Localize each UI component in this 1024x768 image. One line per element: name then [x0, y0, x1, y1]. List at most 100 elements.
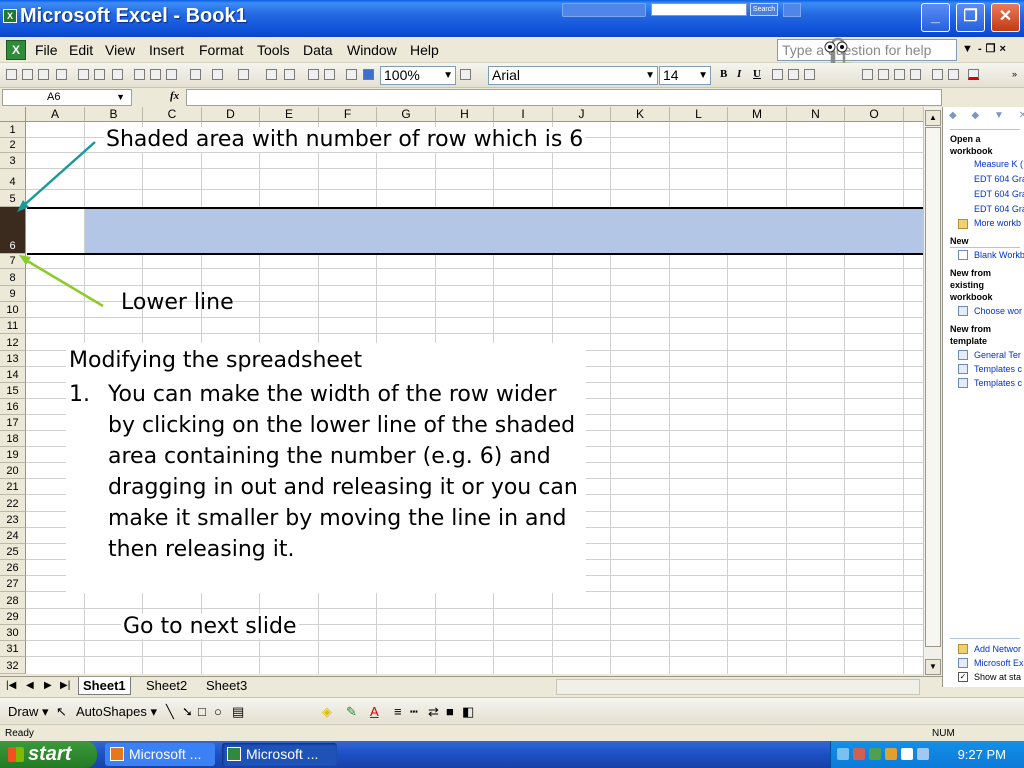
menu-file[interactable]: File	[35, 42, 58, 58]
line-color-icon[interactable]: ✎	[346, 704, 357, 720]
menu-window[interactable]: Window	[347, 42, 397, 58]
menu-data[interactable]: Data	[303, 42, 333, 58]
percent-icon[interactable]	[862, 69, 873, 80]
fill-color-icon[interactable]: ◈	[322, 704, 332, 720]
arrow-icon[interactable]: ➘	[182, 704, 193, 720]
draw-menu[interactable]: Draw ▾	[8, 704, 48, 720]
bold-button[interactable]: B	[720, 68, 727, 80]
start-button[interactable]: start	[0, 741, 97, 768]
scroll-down-button[interactable]: ▼	[925, 659, 941, 675]
autoshapes-menu[interactable]: AutoShapes ▾	[76, 704, 157, 720]
first-sheet-icon[interactable]: |◀	[6, 680, 16, 691]
save-icon[interactable]	[38, 69, 49, 80]
paste-icon[interactable]	[166, 69, 177, 80]
choose-workbook-link[interactable]: Choose wor	[974, 306, 1022, 316]
italic-button[interactable]: I	[737, 68, 741, 80]
align-center-icon[interactable]	[788, 69, 799, 80]
menu-format[interactable]: Format	[199, 42, 243, 58]
last-sheet-icon[interactable]: ▶|	[60, 680, 70, 691]
scroll-up-button[interactable]: ▲	[925, 110, 941, 126]
underline-button[interactable]: U	[753, 68, 761, 80]
formula-input[interactable]	[186, 89, 942, 106]
tab-sheet3[interactable]: Sheet3	[202, 677, 251, 695]
excel-help-link[interactable]: Microsoft Ex	[974, 658, 1024, 668]
font-size-select[interactable]: 14 ▼	[659, 66, 711, 85]
taskbar-powerpoint-button[interactable]: Microsoft ...	[105, 743, 215, 766]
titlebar-search-button[interactable]: Search	[750, 3, 778, 16]
font-color-icon[interactable]	[968, 69, 979, 80]
rectangle-icon[interactable]: □	[198, 704, 206, 719]
menu-help[interactable]: Help	[410, 42, 439, 58]
show-at-startup-checkbox[interactable]: ✓	[958, 672, 968, 682]
scroll-thumb[interactable]	[925, 127, 941, 647]
spelling-icon[interactable]	[112, 69, 123, 80]
line-style-icon[interactable]: ≡	[394, 704, 402, 719]
new-icon[interactable]	[6, 69, 17, 80]
line-icon[interactable]: ╲	[166, 704, 174, 720]
font-select[interactable]: Arial ▼	[488, 66, 658, 85]
3d-style-icon[interactable]: ◧	[462, 704, 474, 720]
tray-volume-icon[interactable]	[917, 748, 929, 760]
general-templates-link[interactable]: General Ter	[974, 350, 1021, 360]
print-icon[interactable]	[78, 69, 89, 80]
taskbar-excel-button[interactable]: Microsoft ...	[222, 743, 337, 766]
add-network-place-link[interactable]: Add Networ	[974, 644, 1021, 654]
draw-font-color-icon[interactable]: A	[370, 704, 379, 719]
chart-wizard-icon[interactable]	[346, 69, 357, 80]
minimize-button[interactable]: _	[921, 3, 950, 32]
workbook-icon[interactable]: X	[6, 40, 26, 60]
titlebar-search-input[interactable]	[651, 3, 747, 16]
shadow-style-icon[interactable]: ■	[446, 704, 454, 719]
tray-app-icon-2[interactable]	[869, 748, 881, 760]
decrease-decimal-icon[interactable]	[910, 69, 921, 80]
arrow-style-icon[interactable]: ⇄	[428, 704, 439, 720]
templates-on-web-link[interactable]: Templates c	[974, 364, 1022, 374]
select-objects-icon[interactable]: ↖	[56, 704, 67, 720]
oval-icon[interactable]: ○	[214, 704, 222, 719]
document-window-controls[interactable]: -❐×	[978, 42, 1010, 55]
tray-network-icon[interactable]	[901, 748, 913, 760]
zoom-select[interactable]: 100% ▼	[380, 66, 456, 85]
tab-sheet1[interactable]: Sheet1	[78, 677, 131, 695]
undo-icon[interactable]	[212, 69, 223, 80]
close-button[interactable]: ✕	[991, 3, 1020, 32]
tab-sheet2[interactable]: Sheet2	[142, 677, 191, 695]
dash-style-icon[interactable]: ┅	[410, 704, 418, 720]
format-painter-icon[interactable]	[190, 69, 201, 80]
recent-file-1[interactable]: Measure K (	[974, 159, 1023, 169]
task-pane-nav[interactable]: ◆ ◆ ▼ ✕	[949, 110, 1024, 121]
menu-insert[interactable]: Insert	[149, 42, 184, 58]
sort-descending-icon[interactable]	[324, 69, 335, 80]
help-dropdown-icon[interactable]: ▼	[962, 43, 973, 55]
horizontal-scrollbar[interactable]	[556, 679, 920, 695]
comma-icon[interactable]	[878, 69, 889, 80]
blank-workbook-link[interactable]: Blank Workb	[974, 250, 1024, 260]
toolbar-options-icon[interactable]: »	[1012, 69, 1023, 80]
recent-file-2[interactable]: EDT 604 Gra	[974, 174, 1024, 184]
name-box[interactable]: A6 ▼	[2, 89, 132, 106]
menu-tools[interactable]: Tools	[257, 42, 290, 58]
insert-function-icon[interactable]: fx	[170, 90, 179, 102]
copy-icon[interactable]	[150, 69, 161, 80]
language-bar[interactable]	[562, 3, 646, 17]
help-icon[interactable]	[460, 69, 471, 80]
spreadsheet-grid[interactable]: A B C D E F G H I J K L M N O 1 2 3 4 5 …	[0, 107, 923, 674]
recent-file-4[interactable]: EDT 604 Gra	[974, 204, 1024, 214]
redo-icon[interactable]	[238, 69, 249, 80]
tray-arrow-icon[interactable]	[837, 748, 849, 760]
align-right-icon[interactable]	[804, 69, 815, 80]
menu-edit[interactable]: Edit	[69, 42, 93, 58]
print-preview-icon[interactable]	[94, 69, 105, 80]
prev-sheet-icon[interactable]: ◀	[26, 680, 34, 691]
excel-icon[interactable]: X	[3, 9, 17, 23]
tray-app-icon-3[interactable]	[885, 748, 897, 760]
vertical-scrollbar[interactable]: ▲ ▼	[923, 107, 941, 676]
menu-view[interactable]: View	[105, 42, 135, 58]
sort-ascending-icon[interactable]	[308, 69, 319, 80]
help-question-input[interactable]: Type a question for help	[777, 39, 957, 61]
autosum-icon[interactable]	[284, 69, 295, 80]
recent-file-3[interactable]: EDT 604 Gra	[974, 189, 1024, 199]
maximize-button[interactable]: ❐	[956, 3, 985, 32]
options-icon[interactable]	[783, 3, 801, 17]
drawing-icon[interactable]	[363, 69, 374, 80]
